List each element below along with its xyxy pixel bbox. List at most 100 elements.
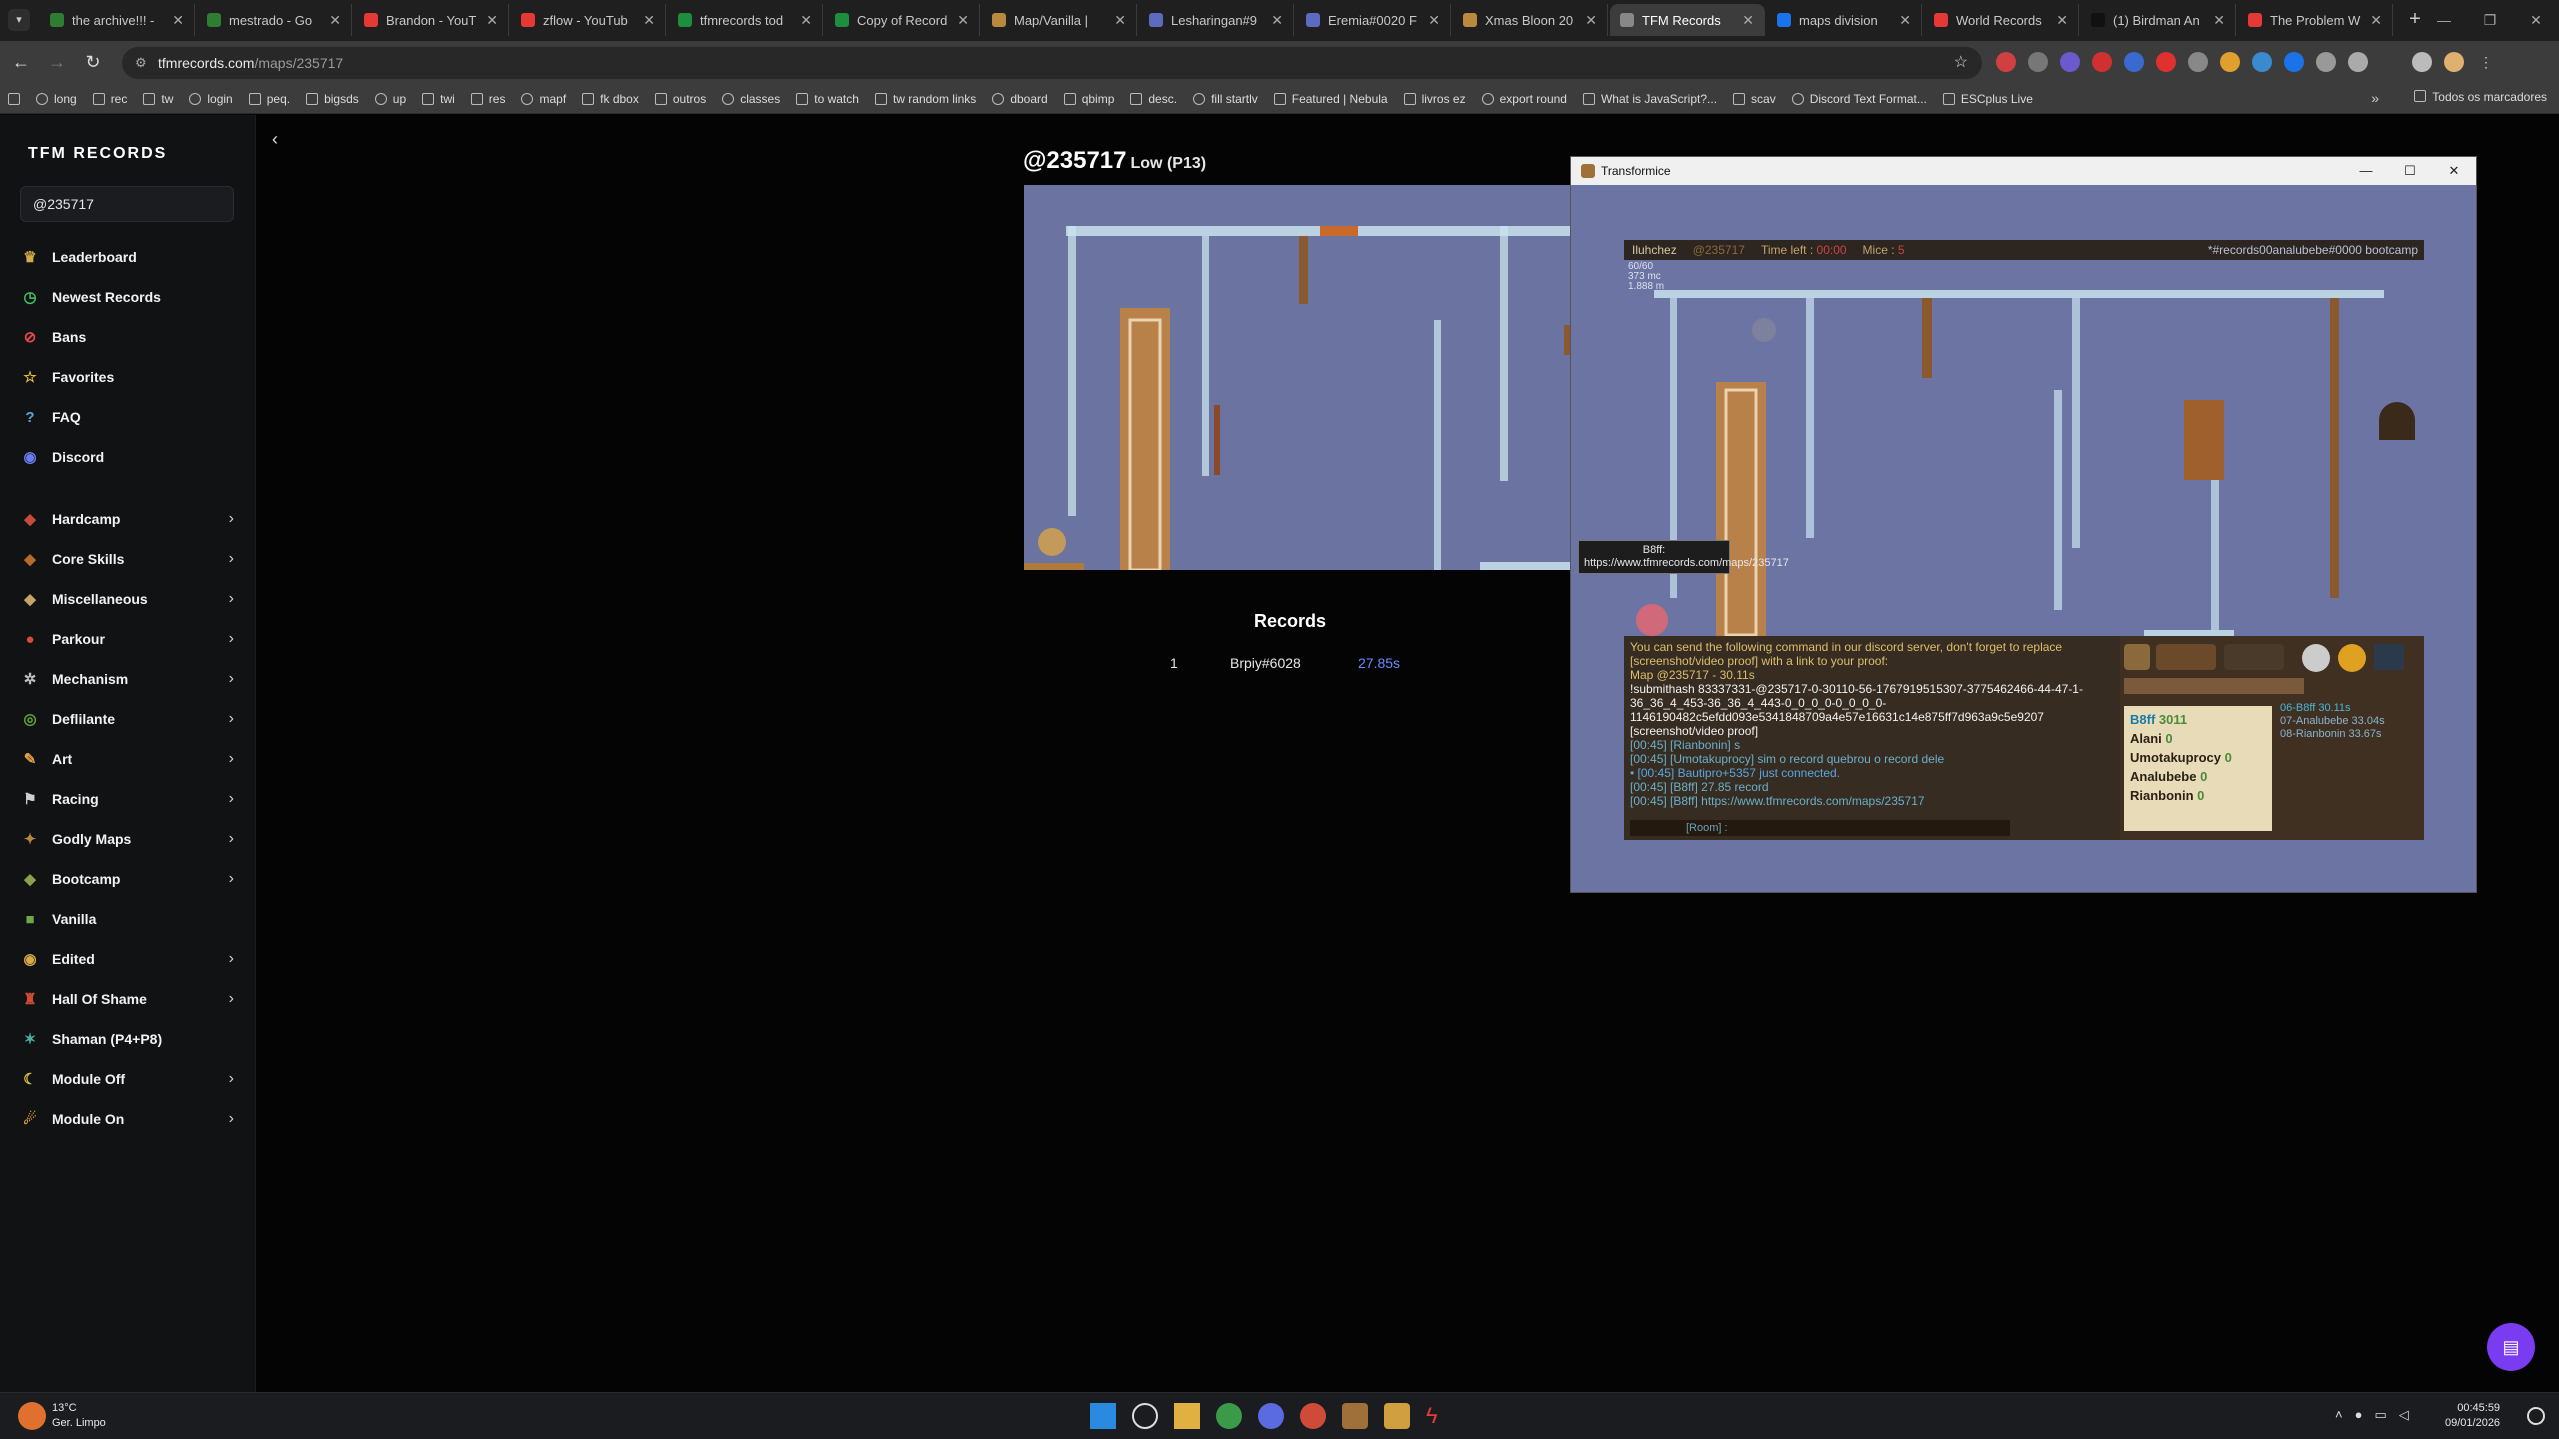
bookmark-item[interactable]: classes	[722, 92, 780, 106]
chevron-right-icon[interactable]: ›	[229, 790, 234, 808]
other-bookmarks[interactable]: Todos os marcadores	[2414, 90, 2547, 104]
extension-icon[interactable]	[2028, 52, 2048, 72]
browser-tab[interactable]: The Problem W ✕	[2238, 4, 2393, 36]
reload-button[interactable]: ↻	[80, 49, 106, 75]
sidebar-item-leaderboard[interactable]: ♛ Leaderboard	[20, 237, 236, 277]
bookmark-item[interactable]: What is JavaScript?...	[1582, 92, 1717, 106]
collapse-sidebar-button[interactable]: ‹	[272, 129, 278, 150]
browser-tab[interactable]: TFM Records ✕	[1610, 4, 1765, 36]
apps-grid-icon[interactable]	[8, 92, 20, 105]
network-icon[interactable]: ▭	[2374, 1407, 2386, 1423]
browser-tab[interactable]: maps division ✕	[1767, 4, 1922, 36]
feedback-fab-button[interactable]: ▤	[2487, 1323, 2535, 1371]
chevron-right-icon[interactable]: ›	[229, 630, 234, 648]
bookmark-item[interactable]: twi	[422, 92, 455, 106]
tab-search-button[interactable]: ▾	[8, 9, 30, 31]
sidebar-item-vanilla[interactable]: ■ Vanilla	[20, 899, 236, 939]
extension-icon[interactable]	[1996, 52, 2016, 72]
sidebar-item-shaman-p4-p8[interactable]: ✶ Shaman (P4+P8)	[20, 1019, 236, 1059]
sidebar-item-art[interactable]: ✎ Art ›	[20, 739, 236, 779]
sidebar-item-parkour[interactable]: ● Parkour ›	[20, 619, 236, 659]
player-entry[interactable]: Analubebe 0	[2130, 767, 2266, 786]
player-entry[interactable]: B8ff 3011	[2130, 710, 2266, 729]
file-explorer-icon[interactable]	[1174, 1403, 1200, 1429]
tab-close-icon[interactable]: ✕	[172, 12, 184, 29]
extension-icon[interactable]	[2156, 52, 2176, 72]
record-row[interactable]: 1 Brpiy#6028 27.85s	[1170, 655, 1400, 671]
search-icon[interactable]	[1132, 1403, 1158, 1429]
tab-close-icon[interactable]: ✕	[486, 12, 498, 29]
chevron-right-icon[interactable]: ›	[229, 550, 234, 568]
browser-tab[interactable]: mestrado - Go ✕	[197, 4, 352, 36]
tray-overflow-icon[interactable]: ˄	[2335, 1407, 2343, 1423]
extension-icon[interactable]	[2060, 52, 2080, 72]
maximize-button[interactable]: ❐	[2467, 0, 2513, 40]
bookmark-item[interactable]: qbimp	[1063, 92, 1114, 106]
extension-icon[interactable]	[2252, 52, 2272, 72]
tab-close-icon[interactable]: ✕	[957, 12, 969, 29]
bookmark-item[interactable]: mapf	[521, 92, 566, 106]
browser-tab[interactable]: (1) Birdman An ✕	[2081, 4, 2236, 36]
bookmark-item[interactable]: long	[36, 92, 77, 106]
tab-close-icon[interactable]: ✕	[2213, 12, 2225, 29]
tab-close-icon[interactable]: ✕	[2370, 12, 2382, 29]
bookmark-item[interactable]: tw	[143, 92, 173, 106]
extension-icon[interactable]	[2124, 52, 2144, 72]
chevron-right-icon[interactable]: ›	[229, 950, 234, 968]
sidebar-item-hardcamp[interactable]: ◆ Hardcamp ›	[20, 499, 236, 539]
bookmark-star-icon[interactable]: ☆	[1954, 47, 1968, 79]
tab-close-icon[interactable]: ✕	[1585, 12, 1597, 29]
brand-logo[interactable]: TFM RECORDS	[28, 145, 167, 163]
chrome-icon[interactable]	[1216, 1403, 1242, 1429]
sidebar-item-favorites[interactable]: ☆ Favorites	[20, 357, 236, 397]
bookmark-item[interactable]: scav	[1733, 92, 1776, 106]
tab-close-icon[interactable]: ✕	[1428, 12, 1440, 29]
site-info-icon[interactable]: ⚙	[135, 47, 147, 79]
chevron-right-icon[interactable]: ›	[229, 870, 234, 888]
extension-icon[interactable]	[2092, 52, 2112, 72]
weather-icon[interactable]	[18, 1402, 46, 1430]
bookmarks-overflow-button[interactable]: »	[2371, 90, 2379, 106]
tab-close-icon[interactable]: ✕	[1899, 12, 1911, 29]
chevron-right-icon[interactable]: ›	[229, 590, 234, 608]
bookmark-item[interactable]: peq.	[248, 92, 290, 106]
chevron-right-icon[interactable]: ›	[229, 510, 234, 528]
sidebar-item-mechanism[interactable]: ✲ Mechanism ›	[20, 659, 236, 699]
microphone-icon[interactable]: ●	[2355, 1407, 2363, 1423]
bookmark-item[interactable]: res	[470, 92, 505, 106]
browser-tab[interactable]: World Records ✕	[1924, 4, 2079, 36]
sidebar-item-edited[interactable]: ◉ Edited ›	[20, 939, 236, 979]
sidebar-item-racing[interactable]: ⚑ Racing ›	[20, 779, 236, 819]
bookmark-item[interactable]: up	[374, 92, 406, 106]
bookmark-item[interactable]: ESCplus Live	[1942, 92, 2033, 106]
bookmark-item[interactable]: bigsds	[306, 92, 359, 106]
tab-close-icon[interactable]: ✕	[329, 12, 341, 29]
chevron-right-icon[interactable]: ›	[229, 1110, 234, 1128]
browser-tab[interactable]: Xmas Bloon 20 ✕	[1453, 4, 1608, 36]
browser-tab[interactable]: Brandon - YouT ✕	[354, 4, 509, 36]
search-input[interactable]	[20, 186, 234, 222]
bookmark-item[interactable]: to watch	[796, 92, 859, 106]
address-bar[interactable]: ⚙ tfmrecords.com/maps/235717 ☆	[122, 47, 1982, 79]
sidebar-item-deflilante[interactable]: ◎ Deflilante ›	[20, 699, 236, 739]
sidebar-item-bootcamp[interactable]: ◆ Bootcamp ›	[20, 859, 236, 899]
extension-icon[interactable]	[2284, 52, 2304, 72]
bookmark-item[interactable]: fill startlv	[1193, 92, 1258, 106]
bookmark-item[interactable]: fk dbox	[582, 92, 639, 106]
browser-tab[interactable]: Copy of Record ✕	[825, 4, 980, 36]
tab-close-icon[interactable]: ✕	[2056, 12, 2068, 29]
chat-input[interactable]: [Room] :	[1630, 820, 2010, 836]
sidebar-item-faq[interactable]: ? FAQ	[20, 397, 236, 437]
discord-icon[interactable]	[1258, 1403, 1284, 1429]
tab-close-icon[interactable]: ✕	[800, 12, 812, 29]
minimize-button[interactable]: —	[2421, 0, 2467, 40]
browser-tab[interactable]: zflow - YouTub ✕	[511, 4, 666, 36]
clock[interactable]: 00:45:59 09/01/2026	[2445, 1401, 2500, 1431]
back-button[interactable]: ←	[8, 49, 34, 75]
sidebar-item-core-skills[interactable]: ◆ Core Skills ›	[20, 539, 236, 579]
chevron-right-icon[interactable]: ›	[229, 830, 234, 848]
bookmark-item[interactable]: desc.	[1130, 92, 1177, 106]
bookmark-item[interactable]: login	[189, 92, 233, 106]
forward-button[interactable]: →	[44, 49, 70, 75]
extension-icon[interactable]	[2220, 52, 2240, 72]
